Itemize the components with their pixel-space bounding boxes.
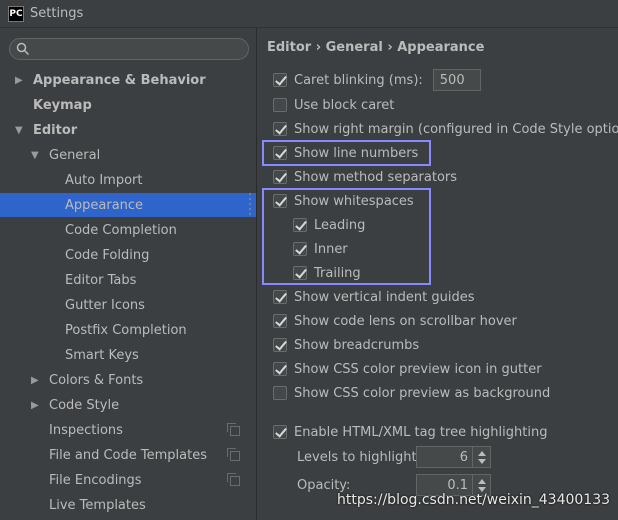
- checkbox-leading[interactable]: [293, 218, 307, 232]
- option-line-numbers[interactable]: Show line numbers: [273, 143, 418, 163]
- levels-stepper-buttons[interactable]: [472, 447, 490, 467]
- option-tag-tree[interactable]: Enable HTML/XML tag tree highlighting: [273, 422, 547, 442]
- project-copy-icon: [227, 423, 240, 436]
- arrow-up-icon: [477, 478, 486, 484]
- checkbox-code-lens[interactable]: [273, 314, 287, 328]
- sidebar-item-smart-keys[interactable]: Smart Keys: [0, 343, 256, 367]
- sidebar-item-auto-import[interactable]: Auto Import: [0, 168, 256, 192]
- sidebar-item-colors-fonts[interactable]: ▶ Colors & Fonts: [0, 368, 256, 392]
- option-inner[interactable]: Inner: [293, 239, 348, 259]
- title-bar: PC Settings: [0, 0, 618, 28]
- window-title: Settings: [30, 6, 84, 21]
- option-code-lens[interactable]: Show code lens on scrollbar hover: [273, 311, 517, 331]
- checkbox-indent-guides[interactable]: [273, 290, 287, 304]
- checkbox-css-gutter[interactable]: [273, 362, 287, 376]
- option-whitespaces[interactable]: Show whitespaces: [273, 191, 414, 211]
- option-indent-guides[interactable]: Show vertical indent guides: [273, 287, 475, 307]
- checkbox-line-numbers[interactable]: [273, 146, 287, 160]
- sidebar-item-postfix-completion[interactable]: Postfix Completion: [0, 318, 256, 342]
- arrow-down-icon: [477, 458, 486, 464]
- breadcrumb: Editor › General › Appearance: [267, 40, 485, 55]
- project-copy-icon: [227, 448, 240, 461]
- search-icon: [16, 42, 30, 56]
- settings-content: Editor › General › Appearance Caret blin…: [257, 28, 618, 520]
- option-css-gutter[interactable]: Show CSS color preview icon in gutter: [273, 359, 542, 379]
- sidebar-item-code-folding[interactable]: Code Folding: [0, 243, 256, 267]
- sidebar-item-appearance[interactable]: Appearance: [0, 193, 256, 217]
- opacity-label: Opacity:: [297, 478, 351, 493]
- checkbox-css-background[interactable]: [273, 386, 287, 400]
- sidebar-item-code-completion[interactable]: Code Completion: [0, 218, 256, 242]
- sidebar-item-keymap[interactable]: Keymap: [0, 93, 256, 117]
- chevron-right-icon: ▶: [15, 74, 23, 86]
- watermark-url: https://blog.csdn.net/weixin_43400133: [337, 492, 611, 508]
- checkbox-right-margin[interactable]: [273, 122, 287, 136]
- sidebar-item-file-code-templates[interactable]: File and Code Templates: [0, 443, 256, 467]
- sidebar-item-gutter-icons[interactable]: Gutter Icons: [0, 293, 256, 317]
- levels-value: 6: [459, 449, 468, 465]
- sidebar-item-general[interactable]: ▼ General: [0, 143, 256, 167]
- levels-spinner[interactable]: 6: [416, 446, 491, 468]
- sidebar-item-code-style[interactable]: ▶ Code Style: [0, 393, 256, 417]
- sidebar-scrollbar[interactable]: [246, 191, 254, 219]
- option-breadcrumbs[interactable]: Show breadcrumbs: [273, 335, 419, 355]
- sidebar-item-editor-tabs[interactable]: Editor Tabs: [0, 268, 256, 292]
- arrow-up-icon: [477, 450, 486, 456]
- checkbox-block-caret[interactable]: [273, 98, 287, 112]
- checkbox-trailing[interactable]: [293, 266, 307, 280]
- sidebar-item-live-templates[interactable]: Live Templates: [0, 493, 256, 517]
- opacity-value: 0.1: [447, 477, 468, 493]
- sidebar-item-inspections[interactable]: Inspections: [0, 418, 256, 442]
- arrow-down-icon: [477, 486, 486, 492]
- pycharm-icon: PC: [8, 5, 24, 22]
- sidebar-item-file-encodings[interactable]: File Encodings: [0, 468, 256, 492]
- chevron-right-icon: ▶: [31, 374, 39, 386]
- levels-label: Levels to highlight:: [297, 450, 421, 465]
- sidebar-item-appearance-behavior[interactable]: ▶ Appearance & Behavior: [0, 68, 256, 92]
- checkbox-inner[interactable]: [293, 242, 307, 256]
- option-block-caret[interactable]: Use block caret: [273, 95, 394, 115]
- caret-blinking-input[interactable]: 500: [432, 69, 481, 91]
- option-caret-blinking[interactable]: Caret blinking (ms): 500: [273, 69, 481, 91]
- checkbox-method-separators[interactable]: [273, 170, 287, 184]
- checkbox-breadcrumbs[interactable]: [273, 338, 287, 352]
- option-css-background[interactable]: Show CSS color preview as background: [273, 383, 550, 403]
- chevron-right-icon: ▶: [31, 399, 39, 411]
- checkbox-whitespaces[interactable]: [273, 194, 287, 208]
- sidebar-item-editor[interactable]: ▼ Editor: [0, 118, 256, 142]
- checkbox-tag-tree[interactable]: [273, 425, 287, 439]
- settings-sidebar: ▶ Appearance & Behavior Keymap ▼ Editor …: [0, 28, 257, 520]
- option-leading[interactable]: Leading: [293, 215, 365, 235]
- search-input[interactable]: [9, 38, 249, 60]
- project-copy-icon: [227, 473, 240, 486]
- chevron-down-icon: ▼: [15, 124, 23, 136]
- option-trailing[interactable]: Trailing: [293, 263, 361, 283]
- checkbox-caret-blinking[interactable]: [273, 73, 287, 87]
- option-method-separators[interactable]: Show method separators: [273, 167, 457, 187]
- option-right-margin[interactable]: Show right margin (configured in Code St…: [273, 119, 618, 139]
- chevron-down-icon: ▼: [31, 149, 39, 161]
